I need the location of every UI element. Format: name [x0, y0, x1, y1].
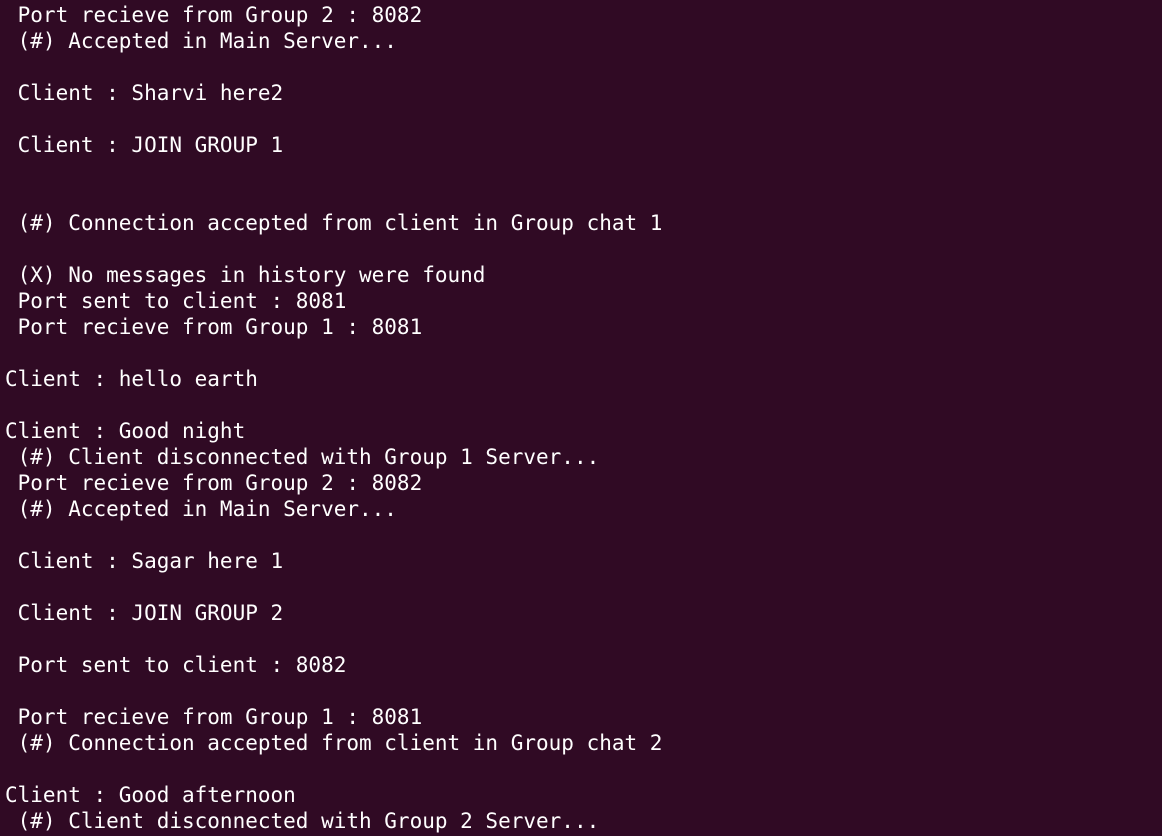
terminal-line: Client : hello earth — [5, 367, 258, 391]
terminal-line: Port recieve from Group 1 : 8081 — [5, 315, 423, 339]
terminal-line: Client : JOIN GROUP 1 — [5, 133, 284, 157]
terminal-line: (#) Connection accepted from client in G… — [5, 211, 663, 235]
terminal-line: Client : JOIN GROUP 2 — [5, 601, 284, 625]
terminal-line: Client : Good afternoon — [5, 783, 296, 807]
terminal-line: Port recieve from Group 1 : 8081 — [5, 705, 423, 729]
terminal-output: Port recieve from Group 2 : 8082 (#) Acc… — [0, 2, 1162, 834]
terminal-line: Client : Sagar here 1 — [5, 549, 284, 573]
terminal-line: (X) No messages in history were found — [5, 263, 486, 287]
terminal-line: (#) Accepted in Main Server... — [5, 29, 397, 53]
terminal-line: (#) Client disconnected with Group 1 Ser… — [5, 445, 600, 469]
terminal-line: Port recieve from Group 2 : 8082 — [5, 471, 423, 495]
terminal-line: Port sent to client : 8082 — [5, 653, 347, 677]
terminal-line: (#) Client disconnected with Group 2 Ser… — [5, 809, 600, 833]
terminal-line: Client : Sharvi here2 — [5, 81, 284, 105]
terminal-line: Port sent to client : 8081 — [5, 289, 347, 313]
terminal-window[interactable]: Port recieve from Group 2 : 8082 (#) Acc… — [0, 0, 1162, 836]
terminal-line: Client : Good night — [5, 419, 246, 443]
terminal-line: (#) Connection accepted from client in G… — [5, 731, 663, 755]
terminal-line: (#) Accepted in Main Server... — [5, 497, 397, 521]
terminal-line: Port recieve from Group 2 : 8082 — [5, 3, 423, 27]
